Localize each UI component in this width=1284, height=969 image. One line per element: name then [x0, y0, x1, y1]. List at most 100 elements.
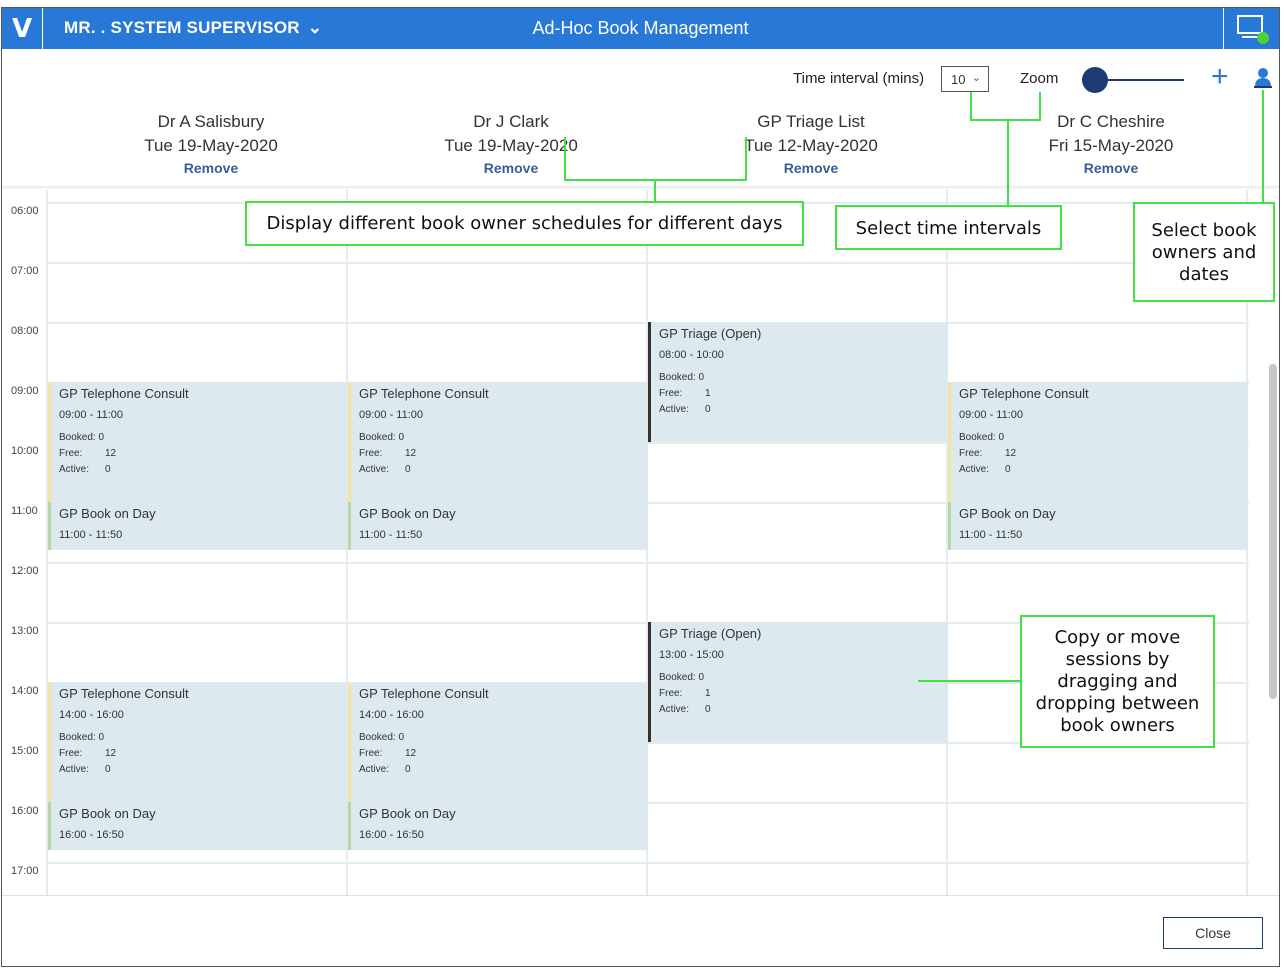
- person-icon[interactable]: [1253, 67, 1273, 89]
- column-header-3: GP Triage List Tue 12-May-2020 Remove: [661, 110, 961, 176]
- session-stats: Booked: 0 Free: 1 Active: 0: [659, 370, 711, 418]
- logo-glyph: V: [11, 13, 33, 44]
- session-title: GP Telephone Consult: [59, 386, 189, 401]
- hour-line: [47, 562, 1249, 564]
- callout-connector: [745, 137, 747, 180]
- booked-value: 0: [698, 672, 705, 683]
- active-value: 0: [705, 704, 711, 715]
- active-value: 0: [405, 464, 411, 475]
- active-value: 0: [705, 404, 711, 415]
- vertical-scrollbar[interactable]: [1269, 364, 1277, 699]
- session-stats: Booked: 0 Free: 12 Active: 0: [59, 730, 116, 778]
- callout-owners: Select book owners and dates: [1133, 202, 1275, 302]
- active-label: Active:: [59, 764, 90, 775]
- time-label: 12:00: [11, 565, 39, 577]
- book-owner-name: Dr C Cheshire: [1057, 112, 1165, 131]
- top-bar: V MR. . SYSTEM SUPERVISOR ⌄ Ad-Hoc Book M…: [2, 8, 1279, 49]
- remove-link[interactable]: Remove: [61, 160, 361, 176]
- free-label: Free:: [659, 688, 683, 699]
- free-label: Free:: [959, 448, 983, 459]
- session-time: 09:00 - 11:00: [359, 409, 424, 421]
- session-time: 08:00 - 10:00: [659, 349, 724, 361]
- session-block[interactable]: GP Book on Day 16:00 - 16:50: [348, 802, 648, 850]
- session-stats: Booked: 0 Free: 12 Active: 0: [959, 430, 1016, 478]
- time-label: 16:00: [11, 805, 39, 817]
- vision-logo[interactable]: V: [2, 8, 43, 49]
- callout-connector: [654, 180, 656, 202]
- remove-link[interactable]: Remove: [361, 160, 661, 176]
- session-title: GP Book on Day: [959, 506, 1056, 521]
- session-block[interactable]: GP Telephone Consult 09:00 - 11:00 Booke…: [348, 382, 648, 502]
- session-title: GP Triage (Open): [659, 626, 762, 641]
- close-button[interactable]: Close: [1163, 917, 1263, 949]
- book-owner-name: Dr A Salisbury: [157, 112, 265, 131]
- free-value: 12: [405, 748, 417, 759]
- session-block[interactable]: GP Telephone Consult 09:00 - 11:00 Booke…: [48, 382, 348, 502]
- time-label: 09:00: [11, 385, 39, 397]
- interval-select[interactable]: 10 ⌄: [941, 66, 989, 92]
- time-label: 06:00: [11, 205, 39, 217]
- user-name: MR. . SYSTEM SUPERVISOR: [64, 18, 300, 37]
- session-time: 11:00 - 11:50: [359, 529, 423, 541]
- session-time: 14:00 - 16:00: [359, 709, 424, 721]
- session-block[interactable]: GP Telephone Consult 14:00 - 16:00 Booke…: [348, 682, 648, 802]
- remove-link[interactable]: Remove: [661, 160, 961, 176]
- session-block[interactable]: GP Telephone Consult 09:00 - 11:00 Booke…: [948, 382, 1248, 502]
- column-header-2: Dr J Clark Tue 19-May-2020 Remove: [361, 110, 661, 176]
- session-block[interactable]: GP Book on Day 16:00 - 16:50: [48, 802, 348, 850]
- hour-line: [47, 862, 1249, 864]
- session-time: 11:00 - 11:50: [959, 529, 1023, 541]
- callout-intervals: Select time intervals: [835, 205, 1062, 250]
- book-owner-name: GP Triage List: [757, 112, 865, 131]
- callout-connector: [918, 680, 1022, 682]
- user-menu[interactable]: MR. . SYSTEM SUPERVISOR ⌄: [64, 18, 322, 38]
- session-time: 09:00 - 11:00: [59, 409, 124, 421]
- session-title: GP Telephone Consult: [59, 686, 189, 701]
- time-label: 13:00: [11, 625, 39, 637]
- active-label: Active:: [959, 464, 990, 475]
- session-block[interactable]: GP Triage (Open) 08:00 - 10:00 Booked: 0…: [648, 322, 948, 442]
- zoom-slider-track[interactable]: [1096, 79, 1184, 81]
- callout-drag: Copy or move sessions by dragging and dr…: [1020, 615, 1215, 748]
- callout-connector: [1262, 90, 1264, 204]
- booked-label: Booked:: [359, 732, 396, 743]
- session-block[interactable]: GP Book on Day 11:00 - 11:50: [48, 502, 348, 550]
- add-plus-icon[interactable]: +: [1211, 62, 1229, 92]
- session-time: 16:00 - 16:50: [59, 829, 124, 841]
- zoom-slider-handle[interactable]: [1082, 67, 1108, 93]
- time-label: 07:00: [11, 265, 39, 277]
- callout-connector: [970, 119, 1041, 121]
- interval-label: Time interval (mins): [793, 70, 925, 87]
- session-block[interactable]: GP Triage (Open) 13:00 - 15:00 Booked: 0…: [648, 622, 948, 742]
- book-date: Tue 19-May-2020: [444, 136, 578, 155]
- session-block[interactable]: GP Telephone Consult 14:00 - 16:00 Booke…: [48, 682, 348, 802]
- monitor-icon: [1237, 15, 1269, 44]
- active-label: Active:: [359, 464, 390, 475]
- book-date: Tue 12-May-2020: [744, 136, 878, 155]
- active-value: 0: [405, 764, 411, 775]
- active-value: 0: [105, 464, 111, 475]
- free-value: 12: [405, 448, 417, 459]
- free-value: 1: [705, 388, 711, 399]
- callout-schedules: Display different book owner schedules f…: [245, 201, 804, 246]
- screen-status-button[interactable]: [1223, 8, 1279, 49]
- session-time: 09:00 - 11:00: [959, 409, 1024, 421]
- session-title: GP Telephone Consult: [359, 386, 489, 401]
- schedule-grid: 06:00 07:00 08:00 09:00 10:00 11:00 12:0…: [2, 190, 1257, 895]
- free-label: Free:: [359, 448, 383, 459]
- free-value: 12: [105, 448, 117, 459]
- time-label: 11:00: [11, 505, 38, 517]
- session-block[interactable]: GP Book on Day 11:00 - 11:50: [348, 502, 648, 550]
- book-date: Fri 15-May-2020: [1048, 136, 1174, 155]
- chevron-down-icon: ⌄: [307, 18, 323, 37]
- free-value: 12: [105, 748, 117, 759]
- active-label: Active:: [59, 464, 90, 475]
- booked-label: Booked:: [659, 372, 696, 383]
- remove-link[interactable]: Remove: [961, 160, 1261, 176]
- session-block[interactable]: GP Book on Day 11:00 - 11:50: [948, 502, 1248, 550]
- booked-value: 0: [698, 372, 705, 383]
- booked-label: Booked:: [59, 432, 96, 443]
- footer-divider: [2, 895, 1279, 896]
- booked-label: Booked:: [659, 672, 696, 683]
- active-value: 0: [1005, 464, 1011, 475]
